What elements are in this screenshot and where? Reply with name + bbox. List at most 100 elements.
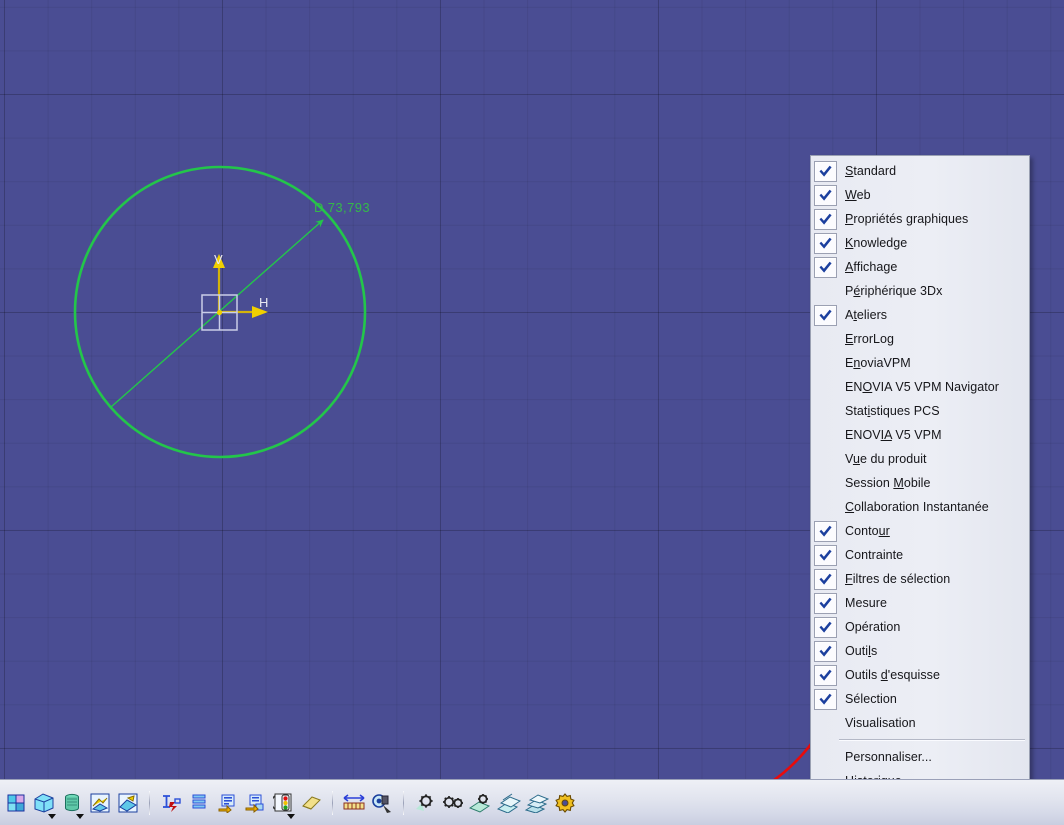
render-style-button[interactable] — [59, 788, 85, 819]
context-menu-item-label: Sélection — [845, 691, 897, 706]
grid-square-icon — [6, 793, 26, 813]
context-menu-item[interactable]: Propriétés graphiques — [811, 207, 1029, 231]
context-menu-item-label: Session Mobile — [845, 475, 931, 490]
checkmark-icon[interactable] — [814, 256, 837, 278]
checkbox-empty-icon[interactable] — [814, 497, 837, 518]
plane-stack-icon — [497, 793, 521, 813]
context-menu-item[interactable]: Affichage — [811, 255, 1029, 279]
context-menu-item[interactable]: Knowledge — [811, 231, 1029, 255]
toolbar-separator — [403, 790, 404, 815]
context-menu-item[interactable]: ErrorLog — [811, 327, 1029, 351]
dropdown-caret-icon[interactable] — [76, 813, 84, 819]
view-mode-button[interactable] — [31, 788, 57, 819]
sketch-tools-2-button[interactable] — [440, 788, 466, 818]
yellow-gear-icon — [555, 792, 575, 813]
context-menu-item[interactable]: Outils d'esquisse — [811, 663, 1029, 687]
checkmark-icon[interactable] — [814, 568, 837, 590]
tree-expand-button[interactable] — [186, 788, 212, 818]
checkmark-icon[interactable] — [814, 664, 837, 686]
sketch-tools-1-button[interactable] — [412, 788, 438, 818]
checkbox-empty-icon[interactable] — [814, 401, 837, 422]
dropdown-caret-icon[interactable] — [287, 813, 295, 819]
context-menu-item[interactable]: Ateliers — [811, 303, 1029, 327]
context-menu-item-label: EnoviaVPM — [845, 355, 911, 370]
context-menu-item[interactable]: Visualisation — [811, 711, 1029, 735]
checkbox-empty-icon[interactable] — [814, 713, 837, 734]
context-menu-item-label: Périphérique 3Dx — [845, 283, 943, 298]
context-menu-item[interactable]: Filtres de sélection — [811, 567, 1029, 591]
context-menu-item-label: Knowledge — [845, 235, 908, 250]
checkmark-icon[interactable] — [814, 160, 837, 182]
context-menu-item[interactable]: Contour — [811, 519, 1029, 543]
context-menu-item[interactable]: Standard — [811, 159, 1029, 183]
context-menu-item[interactable]: Outils — [811, 639, 1029, 663]
checkbox-empty-icon[interactable] — [814, 353, 837, 374]
context-menu-item[interactable]: Contrainte — [811, 543, 1029, 567]
context-menu-item-label: Visualisation — [845, 715, 916, 730]
context-menu-item[interactable]: Session Mobile — [811, 471, 1029, 495]
checkmark-icon[interactable] — [814, 592, 837, 614]
checkbox-empty-icon[interactable] — [814, 377, 837, 398]
context-menu-item-list: Standard Web Propriétés graphiques Knowledg… — [811, 159, 1029, 735]
checkmark-icon[interactable] — [814, 640, 837, 662]
context-menu-item[interactable]: ENOVIA V5 VPM Navigator — [811, 375, 1029, 399]
update-bolt-icon — [161, 793, 181, 813]
context-menu-item[interactable]: Opération — [811, 615, 1029, 639]
traffic-light-icon — [273, 793, 293, 813]
cube-icon — [33, 792, 55, 813]
context-menu-item[interactable]: Collaboration Instantanée — [811, 495, 1029, 519]
context-menu-item[interactable]: EnoviaVPM — [811, 351, 1029, 375]
toolbar-separator — [332, 790, 333, 815]
hide-show-icon — [90, 793, 110, 813]
context-menu-item-label: Contrainte — [845, 547, 904, 562]
checkbox-empty-icon[interactable] — [814, 329, 837, 350]
context-menu-item[interactable]: Statistiques PCS — [811, 399, 1029, 423]
context-menu-item[interactable]: Vue du produit — [811, 447, 1029, 471]
context-menu-item-label: Statistiques PCS — [845, 403, 940, 418]
context-menu-item[interactable]: Sélection — [811, 687, 1029, 711]
swap-visible-button[interactable] — [115, 788, 141, 818]
diameter-line[interactable] — [110, 219, 324, 408]
sketch-plane-3-button[interactable] — [524, 788, 550, 818]
checkbox-empty-icon[interactable] — [814, 281, 837, 302]
context-menu-item[interactable]: Mesure — [811, 591, 1029, 615]
checkbox-empty-icon[interactable] — [814, 425, 837, 446]
toolbar-separator — [149, 790, 150, 815]
analyse-status-button[interactable] — [270, 788, 296, 819]
sketch-plane-2-button[interactable] — [496, 788, 522, 818]
checkmark-icon[interactable] — [814, 232, 837, 254]
context-menu-item[interactable]: Web — [811, 183, 1029, 207]
context-menu-item-label: Standard — [845, 163, 897, 178]
bottom-toolbar[interactable] — [0, 779, 1064, 825]
checkmark-icon[interactable] — [814, 520, 837, 542]
checkbox-empty-icon[interactable] — [814, 473, 837, 494]
diameter-label: D 73,793 — [314, 200, 370, 215]
tree-overload-icon — [245, 793, 265, 813]
checkmark-icon[interactable] — [814, 688, 837, 710]
checkmark-icon[interactable] — [814, 184, 837, 206]
quick-update-button[interactable] — [158, 788, 184, 818]
context-menu-footer-item[interactable]: Personnaliser... — [811, 745, 1029, 769]
context-menu-item[interactable]: Périphérique 3Dx — [811, 279, 1029, 303]
checkmark-icon[interactable] — [814, 208, 837, 230]
dropdown-caret-icon[interactable] — [48, 813, 56, 819]
checkmark-icon[interactable] — [814, 304, 837, 326]
toolbar-button-container — [0, 780, 579, 825]
sketch-plane-1-button[interactable] — [468, 788, 494, 818]
isometric-view-button[interactable] — [3, 788, 29, 818]
hide-show-button[interactable] — [87, 788, 113, 818]
gear-icon — [414, 793, 436, 813]
toolbars-context-menu[interactable]: Standard Web Propriétés graphiques Knowledg… — [810, 155, 1030, 797]
context-menu-item-label: Collaboration Instantanée — [845, 499, 989, 514]
tree-overload-button[interactable] — [242, 788, 268, 818]
context-menu-item[interactable]: ENOVIA V5 VPM — [811, 423, 1029, 447]
measure-between-button[interactable] — [341, 788, 367, 818]
checkbox-empty-icon[interactable] — [814, 449, 837, 470]
measure-item-button[interactable] — [369, 788, 395, 818]
context-menu-item-label: ErrorLog — [845, 331, 895, 346]
checkmark-icon[interactable] — [814, 616, 837, 638]
erase-tool-button[interactable] — [298, 788, 324, 818]
checkmark-icon[interactable] — [814, 544, 837, 566]
tree-edit-button[interactable] — [214, 788, 240, 818]
options-gear-button[interactable] — [552, 788, 578, 818]
